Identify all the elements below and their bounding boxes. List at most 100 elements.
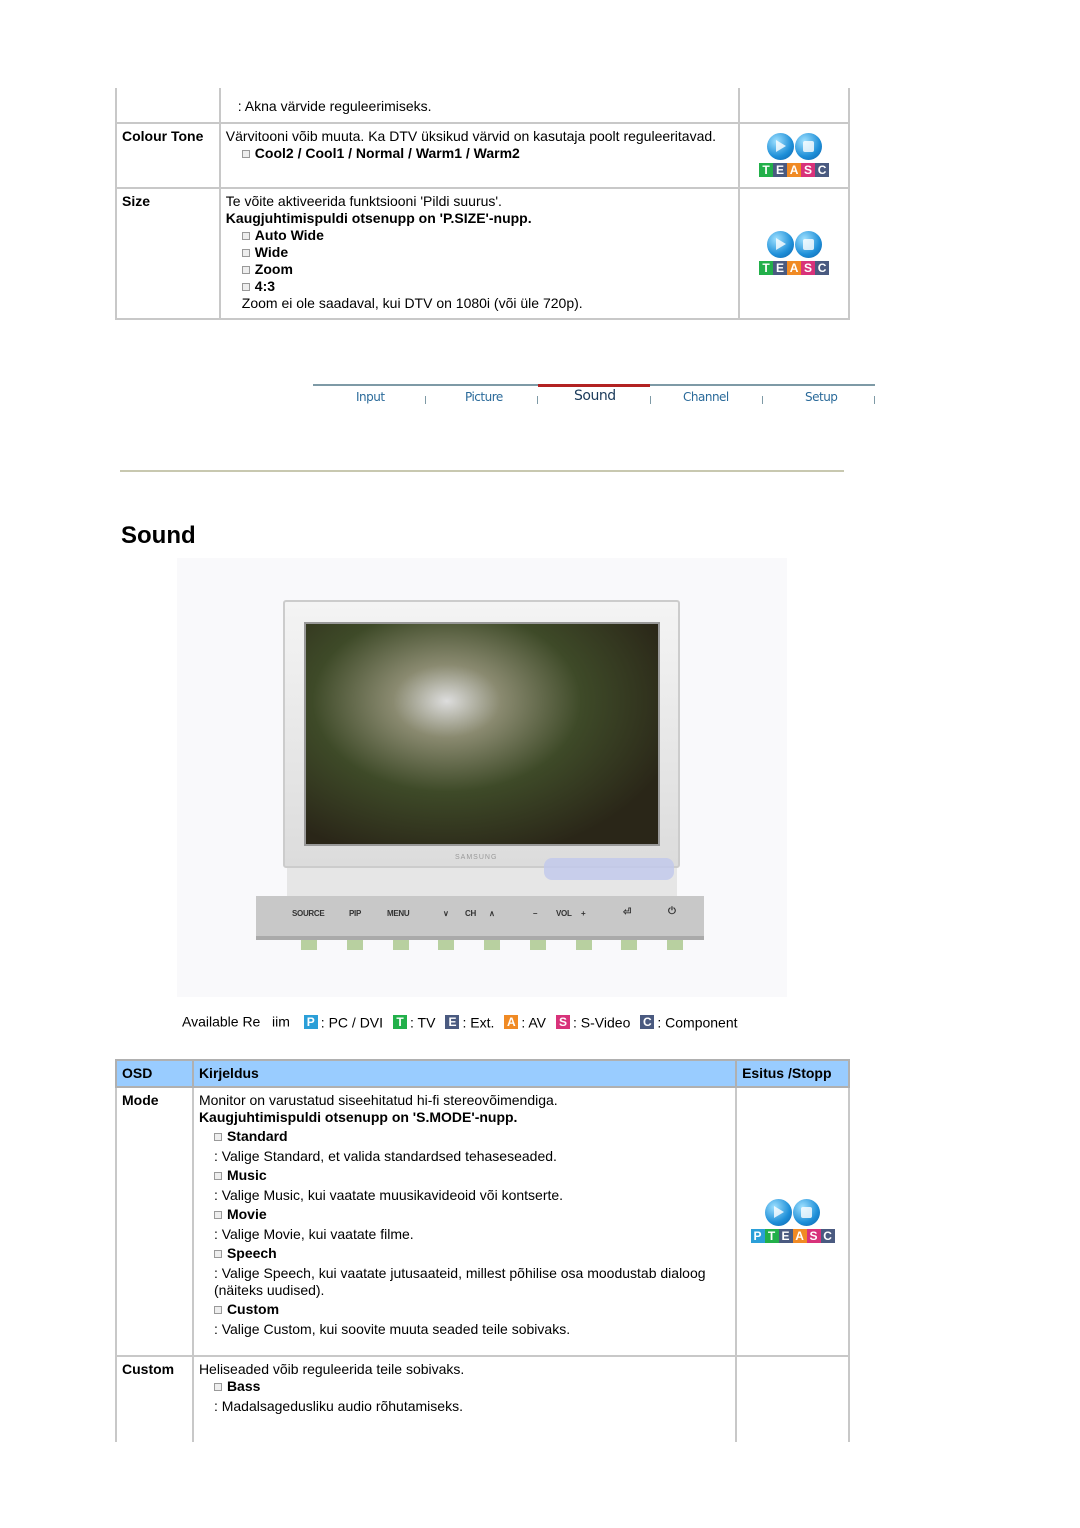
sound-settings-table: OSD Kirjeldus Esitus /Stopp Mode Monitor… bbox=[115, 1059, 850, 1442]
option-desc: : Madalsagedusliku audio rõhutamiseks. bbox=[213, 1398, 463, 1414]
row-label: Custom bbox=[115, 1355, 194, 1442]
option-desc: : Valige Music, kui vaatate muusikavideo… bbox=[213, 1187, 564, 1203]
mode-text: : Ext. bbox=[462, 1013, 495, 1030]
play-stop-cell: PTEASC bbox=[735, 1086, 850, 1357]
mode-letter: P bbox=[750, 1229, 765, 1243]
mode-badge-e: E bbox=[445, 1014, 460, 1029]
monitor-bezel: SAMSUNG bbox=[283, 600, 680, 868]
row-desc: Monitor on varustatud siseehitatud hi-fi… bbox=[198, 1092, 558, 1108]
play-stop-icon[interactable]: TEASC bbox=[759, 133, 830, 177]
stop-icon[interactable] bbox=[793, 1199, 821, 1226]
mode-badge-c: C bbox=[640, 1014, 655, 1029]
option: Music bbox=[226, 1167, 267, 1183]
mode-letter: T bbox=[759, 261, 774, 275]
bullet-icon bbox=[241, 266, 250, 275]
mode-text: : TV bbox=[410, 1013, 436, 1030]
play-stop-cell: TEASC bbox=[738, 122, 850, 189]
power-icon[interactable]: ⏻ bbox=[668, 906, 676, 917]
row-label: Mode bbox=[115, 1086, 194, 1357]
divider bbox=[120, 470, 844, 472]
mode-badge-p: P bbox=[303, 1014, 318, 1029]
ch-up-icon[interactable]: ∧ bbox=[489, 909, 495, 918]
mode-badge-a: A bbox=[504, 1014, 519, 1029]
legend-label: Available Re iim bbox=[182, 1013, 290, 1030]
tab-setup[interactable]: Setup bbox=[805, 390, 838, 404]
mode-letter: A bbox=[792, 1229, 807, 1243]
tab-picture[interactable]: Picture bbox=[465, 390, 503, 404]
option: Auto Wide bbox=[254, 227, 324, 243]
bullet-icon bbox=[213, 1133, 222, 1142]
mode-letter: C bbox=[815, 261, 830, 275]
mode-badge-t: T bbox=[393, 1014, 408, 1029]
play-icon[interactable] bbox=[766, 231, 794, 258]
option: Movie bbox=[226, 1206, 267, 1222]
vol-down-icon[interactable]: – bbox=[533, 909, 537, 918]
row-desc: Värvitooni võib muuta. Ka DTV üksikud vä… bbox=[225, 128, 717, 144]
mode-letter: C bbox=[820, 1229, 835, 1243]
mode-text: : AV bbox=[521, 1013, 547, 1030]
option: Bass bbox=[226, 1378, 261, 1394]
bullet-icon bbox=[241, 249, 250, 258]
option-desc: : Valige Standard, et valida standardsed… bbox=[213, 1148, 557, 1164]
bullet-icon bbox=[213, 1306, 222, 1315]
row-label: Colour Tone bbox=[115, 122, 221, 189]
row-desc: Heliseaded võib reguleerida teile sobiva… bbox=[198, 1361, 465, 1377]
option: Cool2 / Cool1 / Normal / Warm1 / Warm2 bbox=[254, 145, 520, 161]
header-play-stop: Esitus /Stopp bbox=[735, 1059, 850, 1088]
note: Zoom ei ole saadaval, kui DTV on 1080i (… bbox=[241, 295, 583, 311]
bullet-icon bbox=[241, 150, 250, 159]
mode-letter: A bbox=[787, 261, 802, 275]
row-desc: : Akna värvide reguleerimiseks. bbox=[237, 98, 432, 114]
active-tab-indicator bbox=[538, 384, 650, 387]
page-title: Sound bbox=[121, 522, 196, 549]
row-label: Size bbox=[115, 187, 221, 320]
play-icon[interactable] bbox=[765, 1199, 793, 1226]
butterfly-screen-image bbox=[304, 622, 660, 846]
enter-icon[interactable]: ⏎ bbox=[623, 907, 631, 918]
mode-letter: S bbox=[801, 163, 816, 177]
stop-icon[interactable] bbox=[794, 231, 822, 258]
mode-letter: C bbox=[815, 163, 830, 177]
mode-letter: A bbox=[787, 163, 802, 177]
picture-settings-table: : Akna värvide reguleerimiseks. Colour T… bbox=[115, 88, 850, 320]
play-stop-icon[interactable]: TEASC bbox=[759, 231, 830, 275]
play-stop-icon[interactable]: PTEASC bbox=[750, 1199, 835, 1243]
option-desc: : Valige Speech, kui vaatate jutusaateid… bbox=[213, 1265, 706, 1298]
brand-logo: SAMSUNG bbox=[455, 854, 498, 861]
mode-letter: E bbox=[773, 261, 788, 275]
mode-letter: T bbox=[759, 163, 774, 177]
menu-button[interactable]: MENU bbox=[387, 909, 410, 918]
header-osd: OSD bbox=[115, 1059, 194, 1088]
option: Standard bbox=[226, 1128, 288, 1144]
stop-icon[interactable] bbox=[794, 133, 822, 160]
ch-down-icon[interactable]: ∨ bbox=[443, 909, 449, 918]
monitor-illustration: SAMSUNG SOURCE PIP MENU ∨ CH ∧ – VOL + ⏎… bbox=[177, 558, 787, 997]
source-button[interactable]: SOURCE bbox=[292, 909, 325, 918]
mode-letter: T bbox=[764, 1229, 779, 1243]
bullet-icon bbox=[213, 1172, 222, 1181]
mode-letter: S bbox=[801, 261, 816, 275]
control-panel: SOURCE PIP MENU ∨ CH ∧ – VOL + ⏎ ⏻ bbox=[256, 896, 704, 950]
option: Wide bbox=[254, 244, 289, 260]
play-icon[interactable] bbox=[766, 133, 794, 160]
highlight bbox=[544, 858, 674, 880]
option: Custom bbox=[226, 1301, 280, 1317]
tab-sound[interactable]: Sound bbox=[574, 388, 616, 404]
bullet-icon bbox=[241, 283, 250, 292]
remote-note: Kaugjuhtimispuldi otsenupp on 'S.MODE'-n… bbox=[198, 1109, 518, 1125]
option-desc: : Valige Movie, kui vaatate filme. bbox=[213, 1226, 414, 1242]
pip-button[interactable]: PIP bbox=[349, 909, 361, 918]
mode-text: : S-Video bbox=[573, 1013, 631, 1030]
header-description: Kirjeldus bbox=[191, 1059, 738, 1088]
available-modes-legend: Available Re iim P: PC / DVI T: TV E: Ext.… bbox=[182, 1012, 738, 1030]
mode-text: : Component bbox=[657, 1013, 738, 1030]
section-tabs: Input Picture Sound Channel Setup bbox=[313, 384, 875, 414]
row-desc: Te võite aktiveerida funktsiooni 'Pildi … bbox=[225, 193, 502, 209]
mode-letter: S bbox=[806, 1229, 821, 1243]
vol-up-icon[interactable]: + bbox=[581, 909, 586, 918]
bullet-icon bbox=[213, 1250, 222, 1259]
ch-label: CH bbox=[465, 909, 476, 918]
mode-letter: E bbox=[773, 163, 788, 177]
tab-input[interactable]: Input bbox=[356, 390, 385, 404]
tab-channel[interactable]: Channel bbox=[683, 390, 729, 404]
